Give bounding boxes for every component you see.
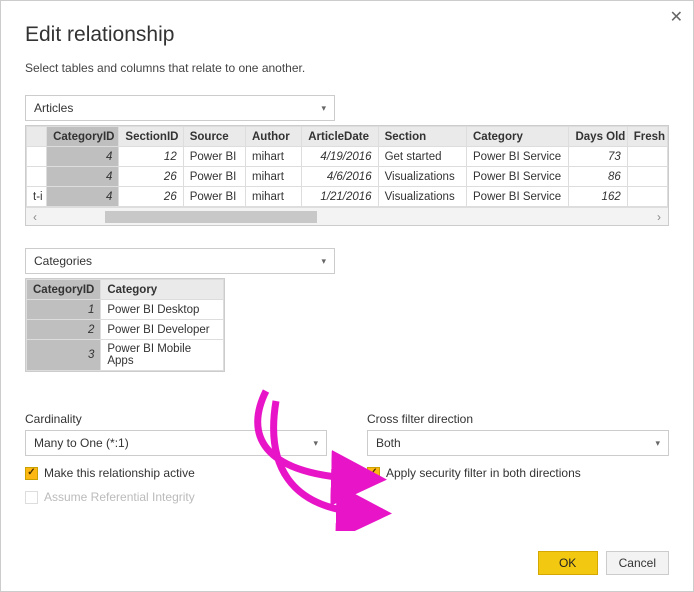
- edit-relationship-dialog: ✕ Edit relationship Select tables and co…: [0, 0, 694, 592]
- col-header[interactable]: Days Old: [569, 127, 627, 147]
- table1-preview: CategoryID SectionID Source Author Artic…: [25, 125, 669, 226]
- scroll-left-icon[interactable]: ‹: [26, 210, 44, 224]
- col-header[interactable]: ArticleDate: [302, 127, 378, 147]
- cancel-button[interactable]: Cancel: [606, 551, 669, 575]
- col-header[interactable]: Source: [183, 127, 245, 147]
- close-icon[interactable]: ✕: [670, 7, 683, 27]
- dialog-subtitle: Select tables and columns that relate to…: [25, 61, 669, 75]
- chevron-down-icon: ▾: [313, 438, 318, 449]
- table-row[interactable]: 4 12 Power BI mihart 4/19/2016 Get start…: [27, 147, 668, 167]
- checkbox-icon[interactable]: [25, 467, 38, 480]
- ok-button[interactable]: OK: [538, 551, 598, 575]
- checkbox-icon: [25, 491, 38, 504]
- crossfilter-label: Cross filter direction: [367, 412, 669, 426]
- table1-name: Articles: [34, 101, 73, 115]
- chevron-down-icon: ▾: [321, 103, 326, 114]
- cardinality-label: Cardinality: [25, 412, 327, 426]
- col-header[interactable]: SectionID: [119, 127, 183, 147]
- col-header[interactable]: Section: [378, 127, 466, 147]
- table-row[interactable]: 4 26 Power BI mihart 4/6/2016 Visualizat…: [27, 167, 668, 187]
- active-checkbox-row[interactable]: Make this relationship active: [25, 466, 327, 480]
- dialog-title: Edit relationship: [25, 23, 669, 47]
- referential-checkbox-row: Assume Referential Integrity: [25, 490, 327, 504]
- security-filter-checkbox-row[interactable]: Apply security filter in both directions: [367, 466, 669, 480]
- col-header[interactable]: Fresh: [627, 127, 667, 147]
- crossfilter-select[interactable]: Both ▾: [367, 430, 669, 456]
- checkbox-icon[interactable]: [367, 467, 380, 480]
- cardinality-select[interactable]: Many to One (*:1) ▾: [25, 430, 327, 456]
- table1-select[interactable]: Articles ▾: [25, 95, 335, 121]
- col-header[interactable]: Author: [246, 127, 302, 147]
- table-row[interactable]: t-i 4 26 Power BI mihart 1/21/2016 Visua…: [27, 187, 668, 207]
- table-header-row: CategoryID SectionID Source Author Artic…: [27, 127, 668, 147]
- col-header[interactable]: Category: [101, 280, 224, 300]
- table-header-row: CategoryID Category: [27, 280, 224, 300]
- horizontal-scrollbar[interactable]: ‹ ›: [26, 207, 668, 225]
- table2-name: Categories: [34, 254, 92, 268]
- scroll-right-icon[interactable]: ›: [650, 210, 668, 224]
- table2-select[interactable]: Categories ▾: [25, 248, 335, 274]
- col-header[interactable]: CategoryID: [27, 280, 101, 300]
- table-row[interactable]: 2 Power BI Developer: [27, 320, 224, 340]
- table-row[interactable]: 1 Power BI Desktop: [27, 300, 224, 320]
- col-header[interactable]: CategoryID: [47, 127, 119, 147]
- chevron-down-icon: ▾: [655, 438, 660, 449]
- col-header[interactable]: Category: [467, 127, 569, 147]
- table-row[interactable]: 3 Power BI Mobile Apps: [27, 340, 224, 371]
- chevron-down-icon: ▾: [321, 256, 326, 267]
- table2-preview: CategoryID Category 1 Power BI Desktop 2…: [25, 278, 225, 372]
